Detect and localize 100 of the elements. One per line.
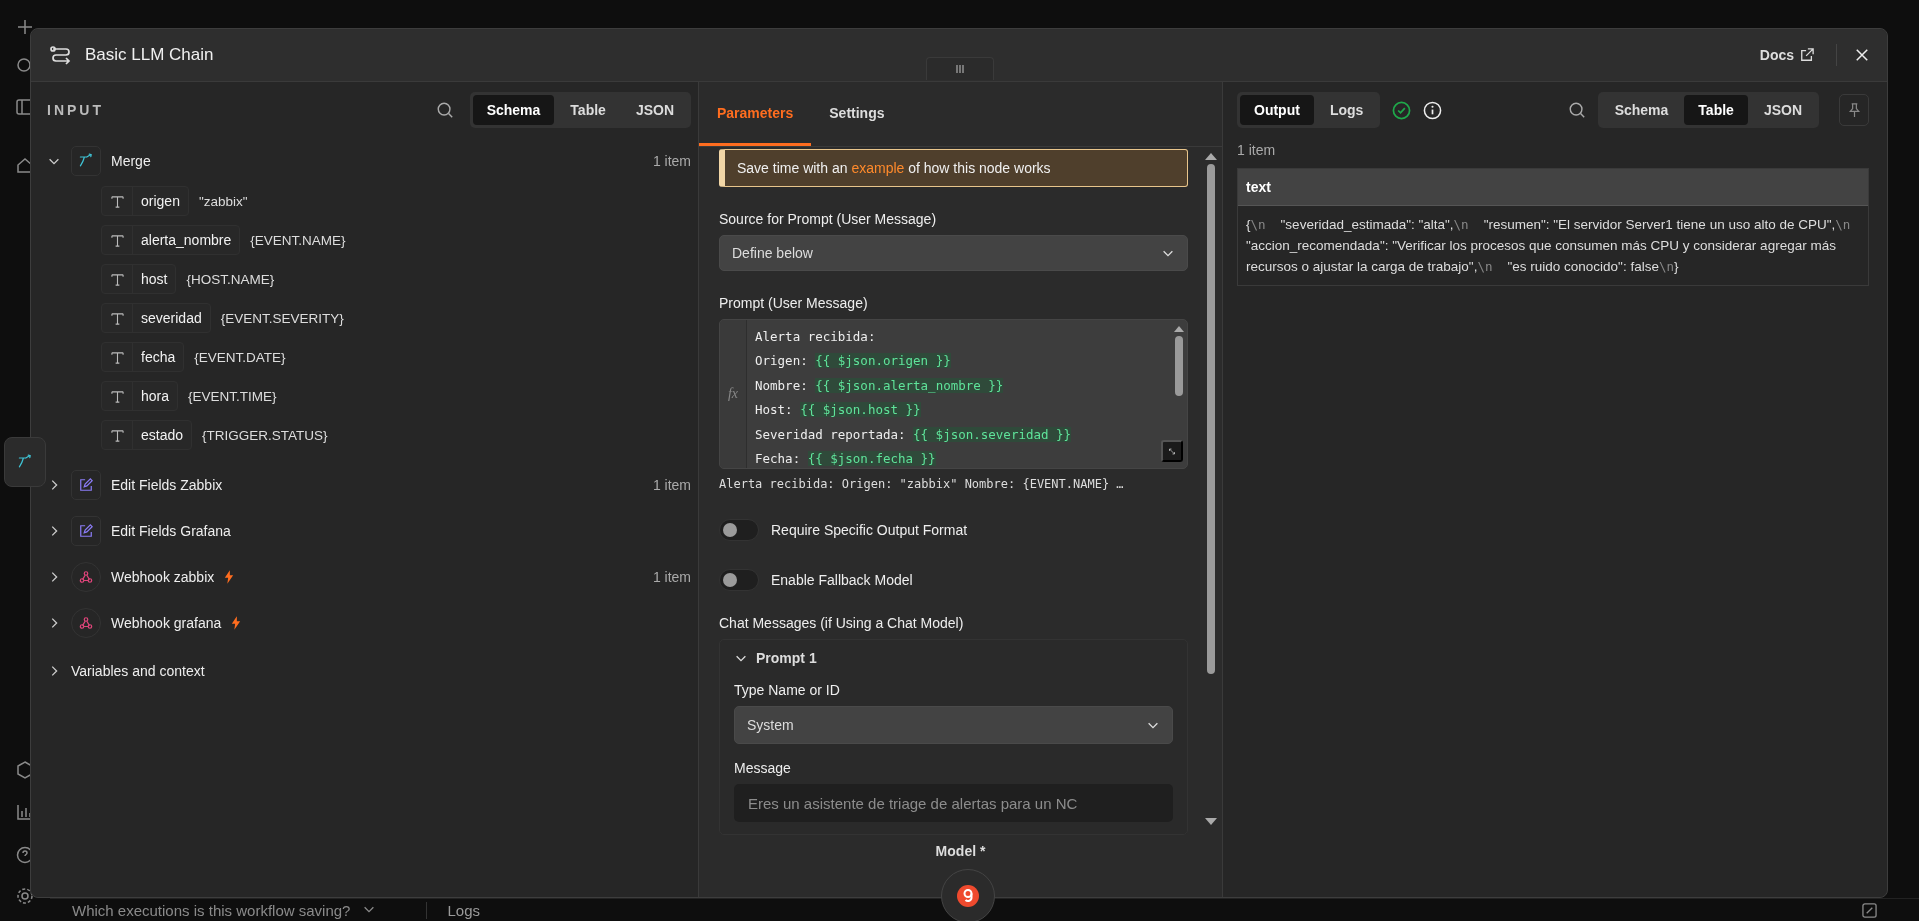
toggle-switch[interactable] xyxy=(719,519,759,541)
node-name[interactable]: Merge xyxy=(111,153,151,169)
toggle-label: Require Specific Output Format xyxy=(771,522,968,538)
view-tab[interactable]: JSON xyxy=(1749,95,1816,125)
node-name[interactable]: Webhook zabbix xyxy=(111,569,215,585)
webhook-icon xyxy=(79,616,93,630)
item-count: 1 item xyxy=(652,569,691,585)
close-icon[interactable] xyxy=(1855,48,1869,62)
node-name[interactable]: Edit Fields Zabbix xyxy=(111,477,223,493)
grip-icon xyxy=(955,64,965,74)
text-type-icon xyxy=(110,350,124,364)
field-pill[interactable]: fecha xyxy=(101,342,185,372)
view-tab[interactable]: Output xyxy=(1240,95,1314,125)
panel-scrollbar[interactable] xyxy=(1204,153,1218,825)
text-type-icon xyxy=(110,311,124,325)
scroll-thumb[interactable] xyxy=(1175,335,1183,396)
expression-preview: Alerta recibida: Origen: "zabbix" Nombre: {EVENT.NAME} … xyxy=(719,477,1125,491)
pin-icon xyxy=(1846,102,1862,118)
column-header: text xyxy=(1238,169,1868,206)
panel-tab[interactable]: Parameters xyxy=(699,82,812,146)
field-value: {EVENT.SEVERITY} xyxy=(220,310,344,326)
field-label: Prompt (User Message) xyxy=(719,294,869,311)
code-line: Fecha: {{ $json.fecha }} xyxy=(755,450,937,468)
field-value: {HOST.NAME} xyxy=(186,271,275,287)
logs-tab[interactable]: Logs xyxy=(426,902,480,919)
scroll-up-arrow-icon[interactable] xyxy=(1205,153,1217,160)
table-cell-text: {\n "severidad_estimada": "alta",\n "resumen": "El servidor Server1 tiene un uso alto de CPU",\n "accion_recomendada": "Verificar los procesos que consumen más CPU y considerar agregar más recursos o ajustar la carga de trabajo",\n "es ruido conocido": false\n} xyxy=(1245,216,1852,276)
scroll-up-arrow-icon[interactable] xyxy=(1174,325,1184,332)
panel-toggle-icon[interactable] xyxy=(1862,903,1877,918)
expand-icon xyxy=(1169,445,1175,457)
expression-marker: fx xyxy=(727,385,739,402)
docs-link[interactable]: Docs xyxy=(1755,43,1818,67)
field-label: Chat Messages (if Using a Chat Model) xyxy=(719,615,965,631)
model-node[interactable] xyxy=(941,869,995,921)
message-field[interactable]: Eres un asistente de triage de alertas para un NC xyxy=(734,784,1173,822)
info-icon[interactable] xyxy=(1423,100,1443,120)
search-icon[interactable] xyxy=(435,101,454,119)
text-type-icon xyxy=(110,194,124,208)
field-value: {EVENT.DATE} xyxy=(194,349,286,365)
view-tab[interactable]: JSON xyxy=(621,95,688,125)
panel-tab[interactable]: Settings xyxy=(811,82,903,146)
chain-icon xyxy=(49,43,73,67)
scroll-thumb[interactable] xyxy=(1207,164,1215,674)
prompt-source-select[interactable]: Define below xyxy=(719,235,1188,271)
toggle-label: Enable Fallback Model xyxy=(771,572,913,588)
settings-icon[interactable] xyxy=(16,887,34,905)
code-line: Origen: {{ $json.origen }} xyxy=(755,352,952,371)
text-type-icon xyxy=(110,389,124,403)
field-pill[interactable]: host xyxy=(101,264,177,294)
prompt-title[interactable]: Prompt 1 xyxy=(756,650,817,666)
plus-icon[interactable] xyxy=(16,18,34,36)
code-line: Host: {{ $json.host }} xyxy=(755,401,922,420)
merge-icon xyxy=(17,454,33,470)
view-tab[interactable]: Logs xyxy=(1315,95,1378,125)
field-value: "zabbix" xyxy=(198,193,248,209)
scroll-down-arrow-icon[interactable] xyxy=(1205,818,1217,825)
item-count: 1 item xyxy=(652,477,691,493)
panel-title: INPUT xyxy=(47,102,104,118)
field-pill[interactable]: origen xyxy=(101,186,189,216)
field-pill[interactable]: alerta_nombre xyxy=(101,225,241,255)
merge-icon xyxy=(78,153,94,169)
field-value: {EVENT.NAME} xyxy=(250,232,346,248)
code-line: Alerta recibida: xyxy=(755,327,877,346)
text-type-icon xyxy=(110,428,124,442)
prompt-editor[interactable]: fx Alerta recibida: Origen: {{ $json.origen }} Nombre: {{ $json.alerta_nombre }} Host: {{ $json.host }} Severidad reportada: {{ $json.severidad }} Fecha: {{ $json.fecha }} xyxy=(719,318,1188,469)
message-type-select[interactable]: System xyxy=(734,706,1173,744)
field-label: Message xyxy=(734,760,792,776)
drag-handle[interactable] xyxy=(926,57,994,80)
window-title: Basic LLM Chain xyxy=(85,45,214,65)
section-label[interactable]: Variables and context xyxy=(71,663,205,679)
item-count: 1 item xyxy=(1237,142,1277,158)
field-pill[interactable]: severidad xyxy=(101,303,211,333)
search-icon[interactable] xyxy=(1567,101,1586,119)
field-pill[interactable]: estado xyxy=(101,420,193,450)
expand-editor-button[interactable] xyxy=(1161,440,1183,462)
node-name[interactable]: Edit Fields Grafana xyxy=(111,523,231,539)
field-label: Type Name or ID xyxy=(734,682,841,698)
node-name[interactable]: Webhook grafana xyxy=(111,615,222,631)
toggle-switch[interactable] xyxy=(719,569,759,591)
node-button[interactable] xyxy=(4,437,46,487)
field-value: {EVENT.TIME} xyxy=(188,388,277,404)
code-line: Nombre: {{ $json.alerta_nombre }} xyxy=(755,376,1005,395)
model-provider-icon xyxy=(956,884,980,908)
example-link[interactable]: example xyxy=(851,160,905,176)
view-tab[interactable]: Schema xyxy=(472,95,555,125)
view-tab[interactable]: Table xyxy=(556,95,620,125)
executions-dropdown[interactable]: Which executions is this workflow saving? xyxy=(72,902,351,919)
view-tab[interactable]: Schema xyxy=(1600,95,1683,125)
field-pill[interactable]: hora xyxy=(101,381,179,411)
webhook-icon xyxy=(79,570,93,584)
example-notice: Save time with an example of how this node works xyxy=(719,149,1188,187)
item-count: 1 item xyxy=(652,153,691,169)
field-value: {TRIGGER.STATUS} xyxy=(202,427,328,443)
view-tab[interactable]: Table xyxy=(1684,95,1748,125)
pin-button[interactable] xyxy=(1839,94,1869,126)
model-label: Model * xyxy=(935,843,986,861)
text-type-icon xyxy=(110,233,124,247)
text-type-icon xyxy=(110,272,124,286)
external-link-icon xyxy=(1800,48,1814,62)
field-label: Source for Prompt (User Message) xyxy=(719,211,938,227)
